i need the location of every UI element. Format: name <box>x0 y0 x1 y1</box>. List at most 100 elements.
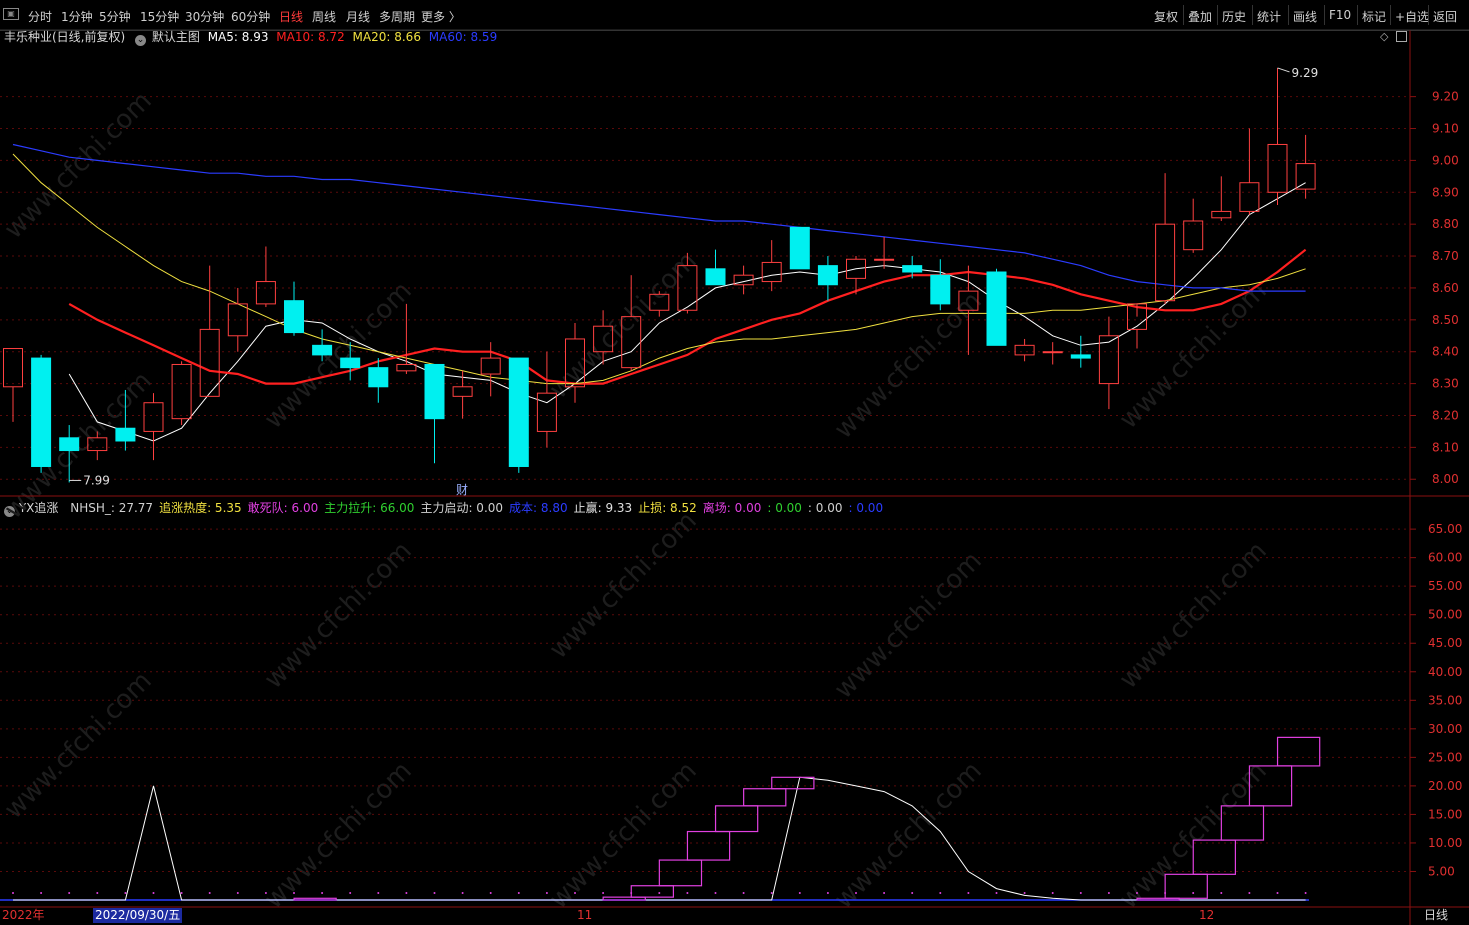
candle-body-down <box>1070 354 1091 359</box>
watermark-text: www.cfchi.com <box>544 756 703 915</box>
candle-body-up <box>536 392 557 432</box>
year-label: 2022年 <box>2 908 45 922</box>
indicator-dot <box>1304 892 1307 894</box>
price-tick-label: 8.10 <box>1432 440 1459 454</box>
watermark-text: www.cfchi.com <box>829 546 988 705</box>
indicator-tick-label: 30.00 <box>1428 722 1462 736</box>
indicator-dot <box>1079 892 1082 894</box>
watermark-text: www.cfchi.com <box>1114 536 1273 695</box>
price-tick-label: 9.10 <box>1432 122 1459 136</box>
candle-body-down <box>424 363 445 420</box>
period-label: 日线 <box>1424 908 1449 922</box>
watermark-text: www.cfchi.com <box>259 756 418 915</box>
candle-body-down <box>705 268 726 286</box>
indicator-dot <box>517 892 520 894</box>
price-tick-label: 8.20 <box>1432 408 1459 422</box>
candle-body-up <box>1267 143 1288 193</box>
indicator-tick-label: 20.00 <box>1428 779 1462 793</box>
heat-step-box <box>743 788 787 807</box>
indicator-tick-label: 40.00 <box>1428 665 1462 679</box>
indicator-dot <box>658 892 661 894</box>
indicator-tick-label: 65.00 <box>1428 522 1462 536</box>
candle-body-up <box>1183 220 1204 251</box>
kline-chart[interactable]: www.cfchi.com www.cfchi.com www.cfchi.com w… <box>0 0 1469 925</box>
candle-body-down <box>902 265 923 273</box>
indicator-dot <box>883 892 886 894</box>
heat-step-box <box>658 859 703 887</box>
indicator-dot <box>545 892 548 894</box>
candle-body-up <box>761 261 782 283</box>
candle-body-up <box>227 303 248 337</box>
candle-body-up <box>143 402 164 432</box>
indicator-dot <box>12 892 14 894</box>
indicator-dot <box>236 892 239 894</box>
candle-body-down <box>312 344 333 356</box>
indicator-dot <box>152 892 155 894</box>
price-tick-label: 8.70 <box>1432 249 1459 263</box>
indicator-dot <box>1023 892 1026 894</box>
indicator-dot <box>1107 892 1110 894</box>
candle-body-up <box>171 363 192 420</box>
indicator-dot <box>1192 892 1195 894</box>
price-tick-label: 9.20 <box>1432 90 1459 104</box>
indicator-tick-label: 45.00 <box>1428 636 1462 650</box>
indicator-tick-label: 60.00 <box>1428 551 1462 565</box>
candle-body-down <box>115 427 136 442</box>
candle-body-up <box>1155 223 1176 302</box>
indicator-dot <box>124 892 127 894</box>
indicator-dot <box>574 892 576 894</box>
heat-step-box <box>630 885 675 898</box>
candle-body-down <box>368 367 389 388</box>
indicator-dot <box>68 892 71 894</box>
event-marker: 财 <box>456 483 468 497</box>
watermark-text: www.cfchi.com <box>544 246 703 405</box>
low-price-label: 7.99 <box>83 473 110 487</box>
price-tick-label: 8.50 <box>1432 313 1459 327</box>
month-12-label: 12 <box>1199 908 1215 922</box>
candle-body-down <box>817 265 838 286</box>
indicator-dot <box>1220 892 1223 894</box>
candle-body-down <box>284 300 304 334</box>
watermark-text: www.cfchi.com <box>259 536 418 695</box>
indicator-dot <box>855 892 857 894</box>
indicator-dot <box>264 892 267 894</box>
candle-body-down <box>986 271 1007 346</box>
price-tick-label: 8.40 <box>1432 345 1459 359</box>
price-tick-label: 8.90 <box>1432 185 1459 199</box>
candle-body-up <box>1014 344 1035 356</box>
heat-step-box <box>686 830 731 861</box>
indicator-dot <box>40 892 43 894</box>
heat-step-box <box>293 897 337 901</box>
indicator-dot <box>180 892 183 894</box>
indicator-dot <box>1136 892 1138 894</box>
indicator-dot <box>461 892 464 894</box>
indicator-dot <box>939 892 942 894</box>
watermark-text: www.cfchi.com <box>1114 276 1273 435</box>
candle-body-up <box>3 348 23 388</box>
indicator-dot <box>602 892 605 894</box>
indicator-dot <box>770 892 773 894</box>
candle-body-up <box>1239 182 1260 212</box>
heat-step-box <box>1276 736 1321 767</box>
indicator-dot <box>686 892 689 894</box>
candle-body-up <box>874 258 895 261</box>
high-pointer <box>1277 67 1290 73</box>
watermark-text: www.cfchi.com <box>829 756 988 915</box>
indicator-tick-label: 35.00 <box>1428 693 1462 707</box>
candle-body-down <box>789 226 810 270</box>
indicator-dot <box>377 892 380 894</box>
indicator-dot <box>911 892 914 894</box>
candle-body-up <box>452 386 473 397</box>
price-tick-label: 8.30 <box>1432 377 1459 391</box>
candle-body-down <box>930 274 951 305</box>
indicator-dot <box>1051 892 1054 894</box>
indicator-dot <box>489 892 492 894</box>
indicator-tick-label: 5.00 <box>1428 864 1455 878</box>
indicator-tick-label: 55.00 <box>1428 579 1462 593</box>
indicator-dot <box>1248 892 1251 894</box>
watermark-text: www.cfchi.com <box>544 506 703 665</box>
indicator-dot <box>1276 892 1279 894</box>
price-tick-label: 9.00 <box>1432 153 1459 167</box>
watermark-text: www.cfchi.com <box>0 666 158 825</box>
indicator-dot <box>826 892 829 894</box>
